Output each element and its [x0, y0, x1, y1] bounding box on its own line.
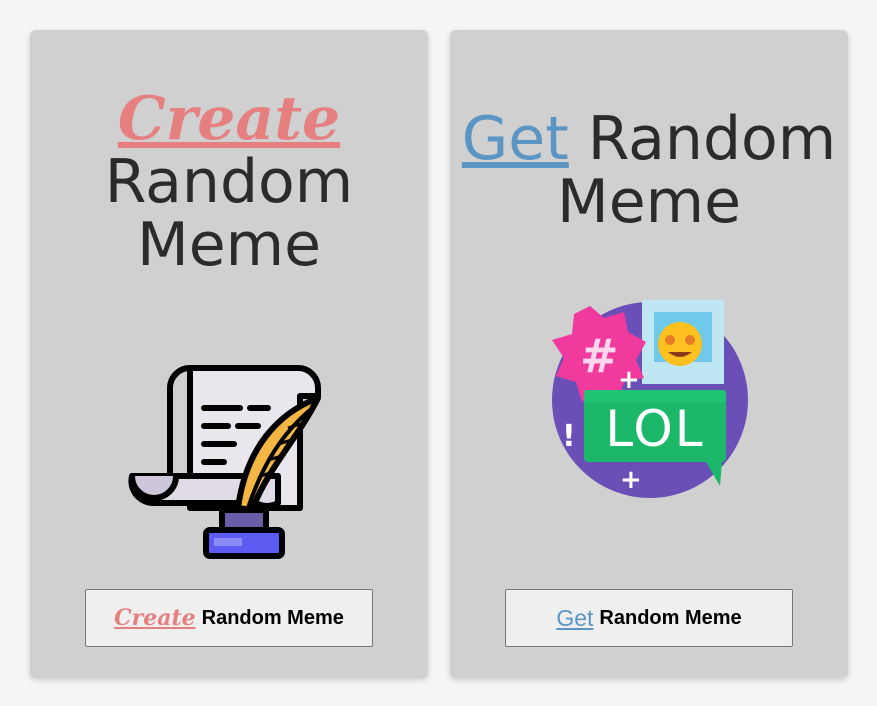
- get-button-accent: Get: [556, 604, 594, 631]
- create-random-meme-button[interactable]: Create Random Meme: [85, 589, 373, 647]
- get-meme-card: Get Random Meme # + LOL ! + Get Random M…: [450, 30, 848, 678]
- create-title-accent: Create: [117, 84, 341, 154]
- scroll-quill-ink-icon: [128, 365, 321, 559]
- get-button-label: Random Meme: [599, 606, 742, 629]
- create-card-title: Create Random Meme: [30, 88, 428, 277]
- create-button-accent: Create: [114, 605, 196, 631]
- svg-text:!: !: [562, 419, 576, 454]
- create-title-line1: Random: [104, 147, 354, 217]
- lol-text: LOL: [605, 400, 704, 458]
- get-title-line2: Meme: [556, 167, 742, 237]
- create-title-line2: Meme: [136, 210, 322, 280]
- social-lol-icon: # + LOL ! +: [552, 300, 748, 498]
- get-title-accent: Get: [461, 104, 569, 174]
- get-random-meme-button[interactable]: Get Random Meme: [505, 589, 793, 647]
- create-button-label: Random Meme: [201, 606, 344, 629]
- get-card-title: Get Random Meme: [450, 108, 848, 234]
- svg-text:+: +: [620, 465, 642, 495]
- create-meme-card: Create Random Meme Create Random Meme: [30, 30, 428, 678]
- svg-text:#: #: [580, 329, 619, 383]
- get-title-line1: Random: [587, 104, 837, 174]
